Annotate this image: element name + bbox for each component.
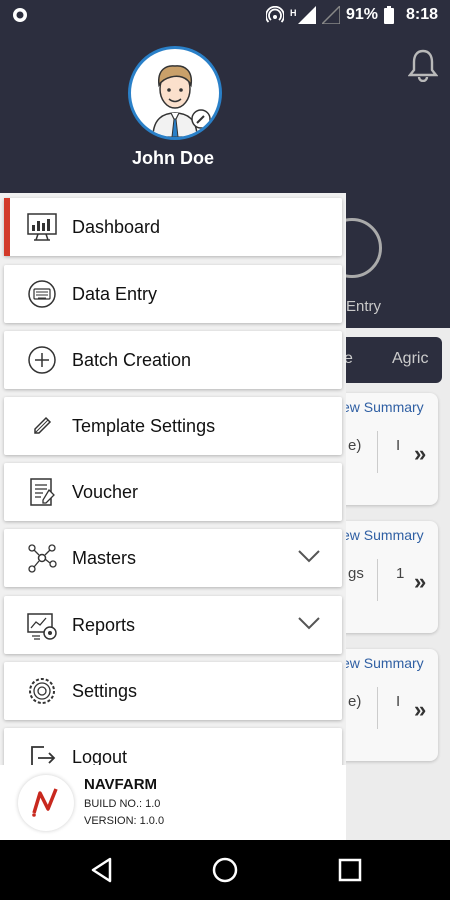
card-text: I bbox=[396, 693, 401, 710]
battery-icon bbox=[383, 6, 394, 24]
card-text: gs bbox=[348, 565, 364, 582]
build-number: BUILD NO.: 1.0 bbox=[84, 798, 161, 810]
user-name: John Doe bbox=[131, 148, 214, 168]
drawer-footer: NAVFARM BUILD NO.: 1.0 VERSION: 1.0.0 bbox=[0, 765, 346, 840]
chevron-down-icon[interactable] bbox=[298, 549, 320, 563]
card-text: e) bbox=[348, 437, 362, 454]
settings-icon bbox=[29, 678, 55, 704]
menu-label: Voucher bbox=[72, 482, 139, 502]
navfarm-logo bbox=[18, 775, 74, 831]
clock: 8:18 bbox=[405, 6, 438, 23]
template-settings-icon bbox=[34, 416, 52, 434]
card-text: I bbox=[396, 437, 401, 454]
menu-label: Reports bbox=[72, 615, 136, 635]
system-nav-bar bbox=[0, 840, 450, 900]
signal-empty-icon bbox=[321, 6, 340, 24]
reports-icon bbox=[27, 613, 57, 640]
menu-item-data-entry[interactable]: Data Entry bbox=[4, 265, 342, 323]
menu-label: Settings bbox=[72, 681, 138, 701]
svg-text:H: H bbox=[290, 8, 297, 18]
double-chevron-icon[interactable]: » bbox=[414, 569, 426, 595]
menu-item-dashboard[interactable]: Dashboard bbox=[4, 198, 342, 256]
data-entry-icon bbox=[28, 280, 56, 308]
home-icon[interactable] bbox=[211, 856, 239, 884]
menu-item-masters[interactable]: Masters bbox=[4, 529, 342, 587]
navigation-drawer: John Doe Dashboard Data Entry Batch Crea… bbox=[0, 30, 346, 840]
divider bbox=[377, 431, 378, 473]
navfarm-logo-icon bbox=[32, 788, 58, 817]
menu-item-batch-creation[interactable]: Batch Creation bbox=[4, 331, 342, 389]
hotspot-icon bbox=[265, 6, 284, 23]
dashboard-icon bbox=[27, 213, 57, 241]
batch-creation-icon bbox=[28, 346, 56, 374]
menu-item-voucher[interactable]: Voucher bbox=[4, 463, 342, 521]
double-chevron-icon[interactable]: » bbox=[414, 697, 426, 723]
menu-item-template-settings[interactable]: Template Settings bbox=[4, 397, 342, 455]
recents-icon[interactable] bbox=[336, 856, 364, 884]
signal-icon: H bbox=[290, 6, 316, 24]
notification-icon bbox=[13, 8, 27, 22]
menu-label: Data Entry bbox=[72, 284, 158, 304]
user-avatar-icon bbox=[152, 65, 211, 137]
view-summary-link[interactable]: ew Summary bbox=[342, 527, 424, 543]
chevron-down-icon[interactable] bbox=[298, 616, 320, 630]
status-bar: H 91% 8:18 bbox=[0, 0, 450, 30]
entry-label: Entry bbox=[346, 298, 382, 315]
brand-name: NAVFARM bbox=[84, 776, 158, 793]
divider bbox=[377, 559, 378, 601]
divider bbox=[377, 687, 378, 729]
bell-icon[interactable] bbox=[408, 48, 438, 82]
avatar[interactable] bbox=[128, 46, 222, 140]
drawer-header: John Doe bbox=[0, 30, 346, 193]
menu-label: Template Settings bbox=[72, 416, 216, 436]
card-text: 1 bbox=[396, 565, 405, 582]
masters-icon bbox=[28, 544, 57, 573]
version-number: VERSION: 1.0.0 bbox=[84, 815, 165, 827]
voucher-icon bbox=[30, 478, 55, 506]
tab-agriculture[interactable]: Agric bbox=[392, 350, 428, 368]
menu-label: Dashboard bbox=[72, 217, 161, 237]
view-summary-link[interactable]: ew Summary bbox=[342, 399, 424, 415]
back-icon[interactable] bbox=[88, 856, 116, 884]
battery-percent: 91% bbox=[345, 6, 378, 23]
menu-item-settings[interactable]: Settings bbox=[4, 662, 342, 720]
menu-label: Masters bbox=[72, 548, 137, 568]
background-tabs[interactable]: e Agric bbox=[330, 337, 442, 383]
double-chevron-icon[interactable]: » bbox=[414, 441, 426, 467]
menu-item-reports[interactable]: Reports bbox=[4, 596, 342, 654]
menu-label: Batch Creation bbox=[72, 350, 192, 370]
view-summary-link[interactable]: ew Summary bbox=[342, 655, 424, 671]
card-text: e) bbox=[348, 693, 362, 710]
